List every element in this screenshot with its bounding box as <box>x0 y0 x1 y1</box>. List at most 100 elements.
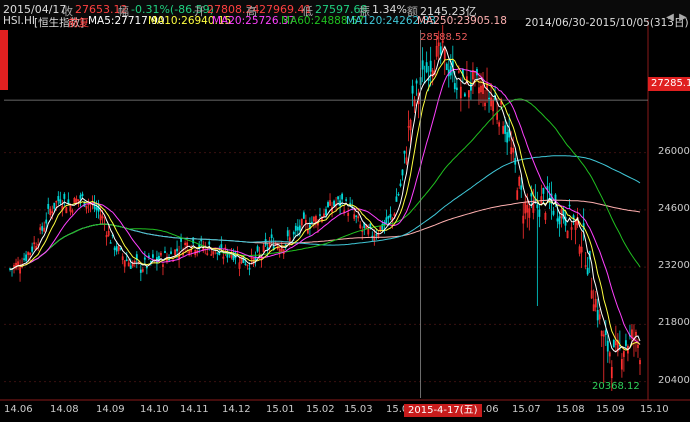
candle-body <box>415 80 418 84</box>
candle-body <box>488 97 490 100</box>
candle-body <box>596 310 599 321</box>
candle-body <box>31 246 34 252</box>
candle-body <box>542 187 545 194</box>
candle-body <box>562 209 565 220</box>
candle-body <box>242 256 245 264</box>
candle-body <box>397 193 400 196</box>
candle-body <box>170 251 172 254</box>
candle-body <box>302 212 305 219</box>
candle-body <box>556 218 559 222</box>
x-tick-label: 15.01 <box>266 404 295 415</box>
candle-body <box>63 193 66 199</box>
candle-body <box>401 169 404 176</box>
candle-body <box>333 200 335 207</box>
candle-body <box>604 330 607 336</box>
candle-body <box>23 258 26 260</box>
candle-body <box>470 83 472 91</box>
candle-body <box>125 259 128 261</box>
candle-body <box>109 242 112 244</box>
candle-body <box>256 246 259 252</box>
candle-body <box>244 263 247 265</box>
candle-body <box>399 183 402 187</box>
current-price-tag: 27285.1 <box>648 77 690 91</box>
x-tick-label: 14.08 <box>50 404 79 415</box>
candle-body <box>180 238 183 242</box>
candle-body <box>248 268 251 270</box>
candle-body <box>429 60 432 72</box>
candle-body <box>337 196 339 200</box>
candle-body <box>208 241 211 245</box>
candle-body <box>520 185 523 190</box>
high-marker-label: 28588.52 <box>420 32 468 43</box>
candle-body <box>327 202 329 208</box>
candle-body <box>530 193 533 197</box>
candle-body <box>95 207 98 211</box>
y-tick-label: 23200 <box>658 260 690 272</box>
candle-body <box>81 193 84 196</box>
ma5-line <box>9 45 641 353</box>
candle-body <box>220 244 223 249</box>
x-tick-label: 14.10 <box>140 404 169 415</box>
y-tick-label: 21800 <box>658 317 690 329</box>
candle-body <box>387 215 390 219</box>
symbol-code: HSI.HI <box>3 15 35 27</box>
candle-body <box>176 248 178 252</box>
candle-body <box>375 234 378 236</box>
prev-icon[interactable]: ◀ <box>664 12 676 24</box>
candle-body <box>341 193 344 200</box>
x-tick-label: 15.07 <box>512 404 541 415</box>
cursor-date-badge: 2015-4-17(五) <box>404 404 482 417</box>
candle-body <box>355 215 358 217</box>
candle-body <box>453 83 456 90</box>
candle-body <box>41 226 44 231</box>
candle-body <box>504 125 507 134</box>
candle-body <box>151 254 154 258</box>
candle-body <box>143 257 146 260</box>
candle-body <box>164 251 166 254</box>
candle-body <box>264 239 267 246</box>
ma250-value: MA250:23905.18 <box>417 15 507 27</box>
candle-body <box>606 340 609 352</box>
x-tick-label: 15.10 <box>640 404 669 415</box>
y-tick-label: 24600 <box>658 202 690 214</box>
kline-window: 2015/04/17 收 27653.12 幅 -0.31%(-86.59) 开… <box>0 0 690 422</box>
candle-body <box>113 247 116 251</box>
candle-body <box>445 63 448 71</box>
candle-body <box>294 225 297 231</box>
candle-body <box>395 196 398 202</box>
candle-body <box>57 196 60 202</box>
x-tick-label: 14.09 <box>96 404 125 415</box>
x-tick-label: 14.12 <box>222 404 251 415</box>
candle-body <box>568 204 571 207</box>
candle-body <box>47 203 50 209</box>
candle-body <box>506 132 509 143</box>
candle-body <box>538 209 541 217</box>
ma60-line <box>9 98 641 270</box>
candle-body <box>421 60 424 70</box>
candle-body <box>147 255 150 258</box>
candle-body <box>612 339 615 348</box>
candle-body <box>339 200 342 207</box>
candle-body <box>296 226 299 231</box>
current-indicator <box>0 30 8 90</box>
candle-body <box>67 199 70 204</box>
y-tick-label: 20400 <box>658 374 690 386</box>
candle-body <box>115 246 118 252</box>
candle-body <box>536 204 539 209</box>
next-icon[interactable]: ▶ <box>677 12 689 24</box>
candle-body <box>325 209 327 216</box>
candle-body <box>226 253 229 258</box>
candle-body <box>53 202 56 209</box>
candle-body <box>624 340 627 346</box>
adjust-mode[interactable]: 前复 <box>68 15 89 30</box>
x-tick-label: 15.08 <box>556 404 585 415</box>
candle-body <box>439 46 442 55</box>
x-tick-label: 15.03 <box>344 404 373 415</box>
kline-chart[interactable] <box>0 0 690 422</box>
candle-body <box>79 195 82 199</box>
y-tick-label: 26000 <box>658 145 690 157</box>
candle-body <box>216 252 219 254</box>
candle-body <box>586 267 589 275</box>
candle-body <box>425 62 428 73</box>
candle-body <box>93 202 96 209</box>
